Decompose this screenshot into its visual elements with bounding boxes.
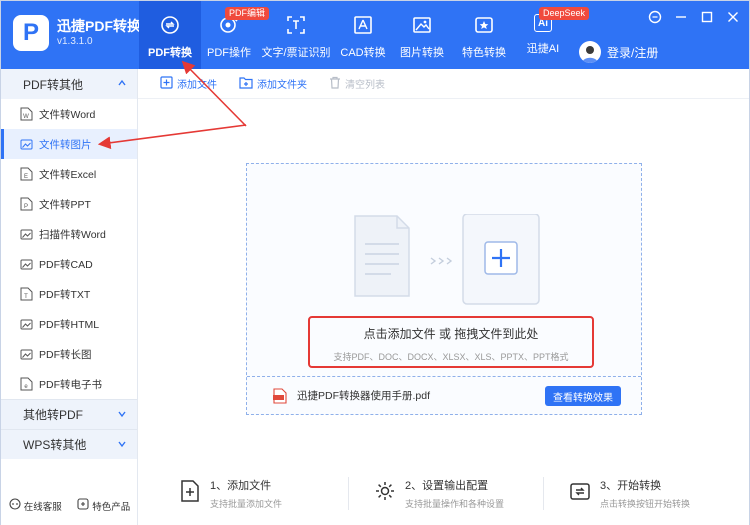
view-result-button[interactable]: 查看转换效果 <box>545 386 621 406</box>
add-folder-button[interactable]: 添加文件夹 <box>239 76 307 92</box>
sidebar-item-3[interactable]: P 文件转PPT <box>1 189 137 219</box>
chevron-down-icon <box>117 408 127 422</box>
document-to-file-illustration <box>354 214 540 305</box>
cad-file-icon <box>19 257 33 271</box>
sidebar-item-2[interactable]: E 文件转Excel <box>1 159 137 189</box>
minimize-icon[interactable] <box>673 9 689 25</box>
brand: P 迅捷PDF转换器 v1.3.1.0 <box>13 15 155 51</box>
steps-guide: 1、添加文件 支持批量添加文件 2、设置输出配置 支持批量操作和各种设置 3、开始转… <box>178 477 738 510</box>
group-other-to-pdf[interactable]: 其他转PDF <box>1 399 137 429</box>
featured-products-button[interactable]: 特色产品 <box>77 498 130 513</box>
sidebar-item-label: PDF转电子书 <box>39 378 102 391</box>
sidebar-item-label: 文件转图片 <box>39 138 92 151</box>
sidebar-item-9[interactable]: e PDF转电子书 <box>1 369 137 399</box>
nav-pdf-operation[interactable]: PDF编辑 PDF操作 <box>201 1 270 69</box>
sidebar-item-1[interactable]: 文件转图片 <box>1 129 137 159</box>
main-nav: PDF转换 PDF编辑 PDF操作 文字/票证识别 CAD转换 图片转换 特色转… <box>139 1 590 69</box>
sidebar-item-label: 文件转Word <box>39 108 96 121</box>
word-icon: W <box>19 107 33 121</box>
close-icon[interactable] <box>725 9 741 25</box>
nav-pdf-convert[interactable]: PDF转换 <box>139 1 201 69</box>
online-service-button[interactable]: 在线客服 <box>9 498 62 513</box>
settings-gear-icon <box>373 479 397 503</box>
nav-ocr[interactable]: 文字/票证识别 <box>257 1 335 69</box>
deepseek-badge: DeepSeek <box>539 7 590 20</box>
sidebar-item-6[interactable]: T PDF转TXT <box>1 279 137 309</box>
step-start-convert: 3、开始转换 点击转换按钮开始转换 <box>543 477 738 510</box>
long-image-icon <box>19 347 33 361</box>
sidebar-item-label: PDF转CAD <box>39 258 93 271</box>
grid-icon <box>77 498 89 513</box>
avatar-icon <box>579 41 601 63</box>
step-add-file: 1、添加文件 支持批量添加文件 <box>178 477 348 510</box>
sidebar-item-label: PDF转TXT <box>39 288 91 301</box>
add-file-step-icon <box>178 479 202 503</box>
txt-icon: T <box>19 287 33 301</box>
drop-instruction-title: 点击添加文件 或 拖拽文件到此处 <box>363 327 539 341</box>
sidebar-item-label: PDF转长图 <box>39 348 92 361</box>
window-controls <box>647 9 741 25</box>
clear-list-button[interactable]: 清空列表 <box>329 76 385 92</box>
nav-image-convert[interactable]: 图片转换 <box>391 1 453 69</box>
sidebar-list: W 文件转Word 文件转图片 E 文件转Excel P 文件转PPT 扫描件转Word PDF… <box>1 99 137 399</box>
sidebar-item-label: 文件转PPT <box>39 198 91 211</box>
html-icon <box>19 317 33 331</box>
add-file-button[interactable]: 添加文件 <box>160 75 217 92</box>
picture-icon <box>19 137 33 151</box>
svg-text:W: W <box>23 114 29 120</box>
sidebar-item-0[interactable]: W 文件转Word <box>1 99 137 129</box>
main-panel: 添加文件 添加文件夹 清空列表 点击添加文件 或 拖拽文件到此处 支持PDF、D… <box>138 69 749 525</box>
file-drop-zone[interactable]: 点击添加文件 或 拖拽文件到此处 支持PDF、DOC、DOCX、XLSX、XLS… <box>246 163 642 415</box>
svg-text:P: P <box>23 204 27 210</box>
sidebar-item-7[interactable]: PDF转HTML <box>1 309 137 339</box>
svg-text:T: T <box>24 294 28 300</box>
drop-instruction-box[interactable]: 点击添加文件 或 拖拽文件到此处 支持PDF、DOC、DOCX、XLSX、XLS… <box>308 316 594 368</box>
supported-formats-text: 支持PDF、DOC、DOCX、XLSX、XLS、PPTX、PPT格式 <box>333 352 569 362</box>
ebook-icon: e <box>19 377 33 391</box>
group-pdf-to-other[interactable]: PDF转其他 <box>1 69 137 99</box>
cad-icon <box>352 14 374 36</box>
sidebar-item-label: 文件转Excel <box>39 168 97 181</box>
chevron-down-icon <box>117 438 127 452</box>
nav-cad[interactable]: CAD转换 <box>335 1 391 69</box>
nav-special-convert[interactable]: 特色转换 <box>453 1 515 69</box>
app-logo-icon: P <box>13 15 49 51</box>
sidebar-footer: 在线客服 特色产品 <box>1 498 138 513</box>
headset-icon <box>9 498 21 513</box>
app-window: P 迅捷PDF转换器 v1.3.1.0 PDF转换 PDF编辑 PDF操作 文字… <box>0 0 750 525</box>
sidebar: PDF转其他 W 文件转Word 文件转图片 E 文件转Excel P 文件转PPT 扫描件转… <box>1 69 138 525</box>
top-header: P 迅捷PDF转换器 v1.3.1.0 PDF转换 PDF编辑 PDF操作 文字… <box>1 1 749 69</box>
svg-text:e: e <box>24 384 28 390</box>
svg-text:E: E <box>23 174 27 180</box>
sidebar-item-label: PDF转HTML <box>39 318 100 331</box>
step-output-settings: 2、设置输出配置 支持批量操作和各种设置 <box>348 477 543 510</box>
nav-ai[interactable]: DeepSeek Ai 迅捷AI <box>515 1 590 69</box>
star-icon <box>473 14 495 36</box>
file-name: 迅捷PDF转换器使用手册.pdf <box>297 390 431 402</box>
excel-icon: E <box>19 167 33 181</box>
image-icon <box>411 14 433 36</box>
chevron-up-icon <box>117 77 127 91</box>
settings-icon[interactable] <box>647 9 663 25</box>
ppt-icon: P <box>19 197 33 211</box>
add-folder-icon <box>239 76 253 92</box>
sidebar-item-8[interactable]: PDF转长图 <box>1 339 137 369</box>
group-wps-to-other[interactable]: WPS转其他 <box>1 429 137 459</box>
toolbar: 添加文件 添加文件夹 清空列表 <box>138 69 749 99</box>
sidebar-item-4[interactable]: 扫描件转Word <box>1 219 137 249</box>
convert-icon <box>159 14 181 36</box>
sidebar-item-5[interactable]: PDF转CAD <box>1 249 137 279</box>
ocr-icon <box>285 14 307 36</box>
sidebar-item-label: 扫描件转Word <box>39 228 106 241</box>
add-file-icon <box>160 75 173 92</box>
file-row[interactable]: 迅捷PDF转换器使用手册.pdf 查看转换效果 <box>247 376 641 414</box>
pdf-file-icon <box>273 387 287 404</box>
scan-icon <box>19 227 33 241</box>
login-button[interactable]: 登录/注册 <box>579 41 658 63</box>
start-convert-icon <box>568 479 592 503</box>
maximize-icon[interactable] <box>699 9 715 25</box>
trash-icon <box>329 76 341 92</box>
